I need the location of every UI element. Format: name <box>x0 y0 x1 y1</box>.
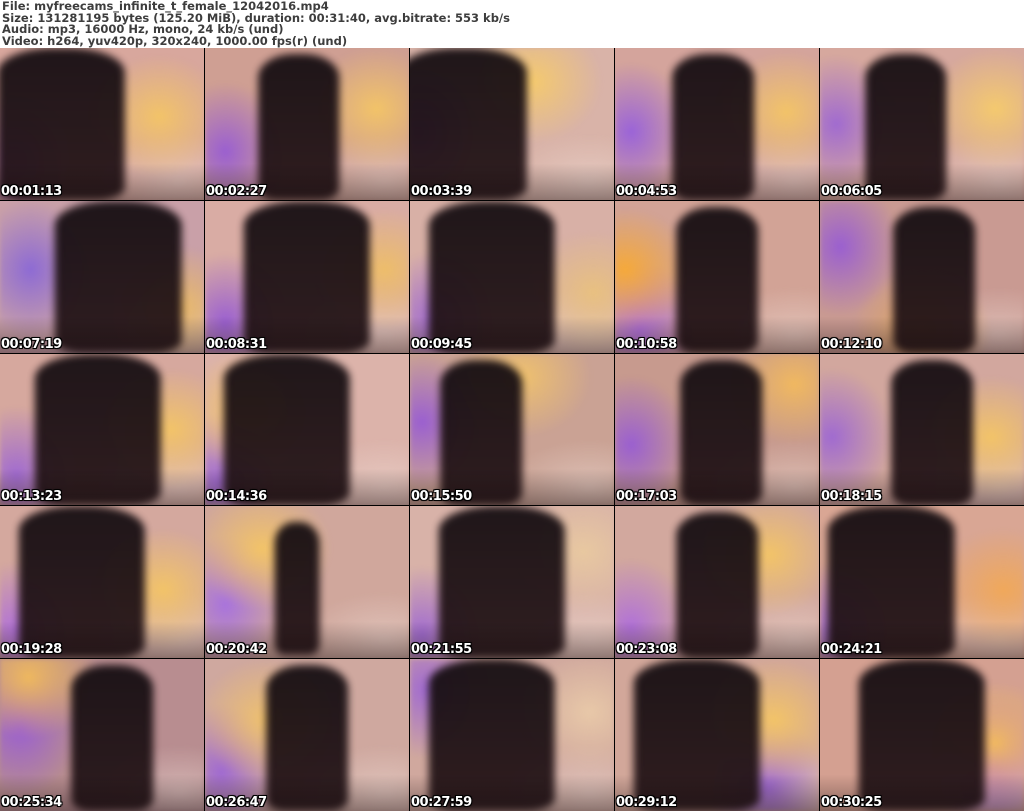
timestamp-label: 00:04:53 <box>616 183 677 199</box>
thumbnail-cell[interactable]: 00:23:08 <box>615 506 819 659</box>
thumbnail-cell[interactable]: 00:25:34 <box>0 659 204 811</box>
thumbnail-cell[interactable]: 00:27:59 <box>410 659 614 811</box>
media-info-header: File: myfreecams_infinite_t_female_12042… <box>0 0 1024 48</box>
timestamp-label: 00:03:39 <box>411 183 472 199</box>
timestamp-label: 00:19:28 <box>1 642 62 658</box>
timestamp-label: 00:02:27 <box>206 183 267 199</box>
thumbnail-cell[interactable]: 00:06:05 <box>820 48 1024 200</box>
timestamp-label: 00:09:45 <box>411 336 472 352</box>
thumbnail-cell[interactable]: 00:19:28 <box>0 506 204 659</box>
thumbnail-cell[interactable]: 00:24:21 <box>820 506 1024 659</box>
thumbnail-cell[interactable]: 00:29:12 <box>615 659 819 811</box>
figure-silhouette <box>266 665 348 811</box>
figure-silhouette <box>438 506 566 659</box>
thumbnail-cell[interactable]: 00:15:50 <box>410 353 614 506</box>
thumbnail-grid: 00:01:13 00:02:27 00:03:39 00:04:53 00:0… <box>0 48 1024 811</box>
figure-silhouette <box>71 665 153 811</box>
timestamp-label: 00:27:59 <box>411 795 472 810</box>
figure-silhouette <box>18 506 145 659</box>
figure-silhouette <box>428 659 555 811</box>
thumbnail-cell[interactable]: 00:01:13 <box>0 48 204 200</box>
timestamp-label: 00:01:13 <box>1 183 62 199</box>
figure-silhouette <box>243 200 371 353</box>
timestamp-label: 00:24:21 <box>821 642 882 658</box>
timestamp-label: 00:23:08 <box>616 642 677 658</box>
figure-silhouette <box>410 48 527 200</box>
timestamp-label: 00:10:58 <box>616 336 677 352</box>
timestamp-label: 00:25:34 <box>1 795 62 810</box>
timestamp-label: 00:30:25 <box>821 795 882 810</box>
thumbnail-cell[interactable]: 00:20:42 <box>205 506 409 659</box>
timestamp-label: 00:06:05 <box>821 183 882 199</box>
figure-silhouette <box>680 359 762 506</box>
video-info-line: Video: h264, yuv420p, 320x240, 1000.00 f… <box>2 33 348 48</box>
timestamp-label: 00:17:03 <box>616 489 677 505</box>
figure-silhouette <box>34 353 162 506</box>
thumbnail-cell[interactable]: 00:17:03 <box>615 353 819 506</box>
thumbnail-cell[interactable]: 00:04:53 <box>615 48 819 200</box>
timestamp-label: 00:14:36 <box>206 489 267 505</box>
timestamp-label: 00:12:10 <box>821 336 882 352</box>
timestamp-label: 00:07:19 <box>1 336 62 352</box>
timestamp-label: 00:21:55 <box>411 642 472 658</box>
thumbnail-cell[interactable]: 00:09:45 <box>410 200 614 353</box>
timestamp-label: 00:26:47 <box>206 795 267 810</box>
figure-silhouette <box>676 512 758 659</box>
figure-silhouette <box>428 200 555 353</box>
timestamp-label: 00:13:23 <box>1 489 62 505</box>
timestamp-label: 00:08:31 <box>206 336 267 352</box>
thumbnail-cell[interactable]: 00:07:19 <box>0 200 204 353</box>
timestamp-label: 00:29:12 <box>616 795 677 810</box>
thumbnail-cell[interactable]: 00:14:36 <box>205 353 409 506</box>
thumbnail-cell[interactable]: 00:10:58 <box>615 200 819 353</box>
timestamp-label: 00:20:42 <box>206 642 267 658</box>
thumbnail-cell[interactable]: 00:13:23 <box>0 353 204 506</box>
thumbnail-cell[interactable]: 00:18:15 <box>820 353 1024 506</box>
figure-silhouette <box>893 206 976 353</box>
thumbnail-cell[interactable]: 00:30:25 <box>820 659 1024 811</box>
timestamp-label: 00:15:50 <box>411 489 472 505</box>
figure-silhouette <box>828 506 955 659</box>
figure-silhouette <box>891 359 973 506</box>
thumbnail-cell[interactable]: 00:03:39 <box>410 48 614 200</box>
figure-silhouette <box>858 659 986 811</box>
figure-silhouette <box>864 54 947 200</box>
figure-silhouette <box>55 200 182 353</box>
timestamp-label: 00:18:15 <box>821 489 882 505</box>
video-contact-sheet: File: myfreecams_infinite_t_female_12042… <box>0 0 1024 811</box>
figure-silhouette <box>258 54 340 200</box>
thumbnail-cell[interactable]: 00:21:55 <box>410 506 614 659</box>
thumbnail-cell[interactable]: 00:26:47 <box>205 659 409 811</box>
figure-silhouette <box>223 353 350 506</box>
figure-silhouette <box>0 48 125 200</box>
figure-silhouette <box>676 206 758 353</box>
thumbnail-cell[interactable]: 00:12:10 <box>820 200 1024 353</box>
thumbnail-cell[interactable]: 00:08:31 <box>205 200 409 353</box>
figure-silhouette <box>274 521 320 656</box>
figure-silhouette <box>672 54 754 200</box>
figure-silhouette <box>633 659 760 811</box>
thumbnail-cell[interactable]: 00:02:27 <box>205 48 409 200</box>
figure-silhouette <box>440 359 523 506</box>
